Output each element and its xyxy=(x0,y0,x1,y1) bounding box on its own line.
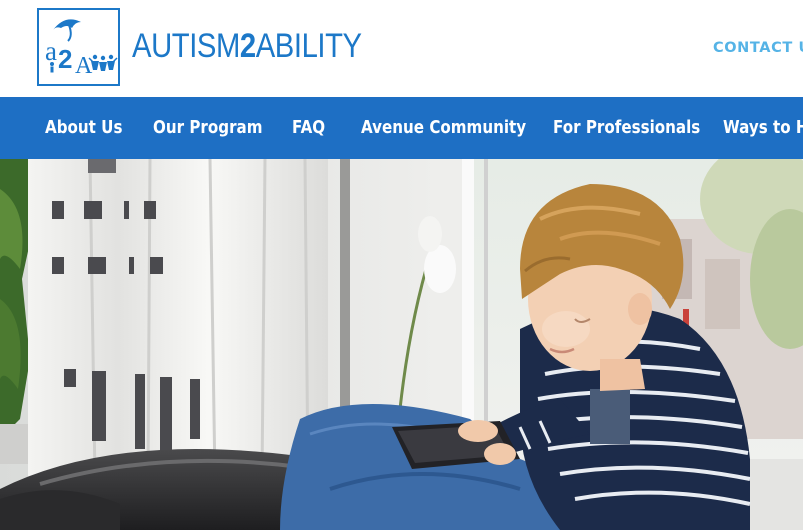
wordmark-part-ability: ABILITY xyxy=(255,27,362,65)
svg-text:a: a xyxy=(45,36,57,66)
nav-item-for-professionals[interactable]: For Professionals xyxy=(553,97,700,159)
nav-item-about-us[interactable]: About Us xyxy=(45,97,122,159)
contact-us-link[interactable]: CONTACT U xyxy=(713,38,803,58)
nav-item-faq[interactable]: FAQ xyxy=(292,97,325,159)
wordmark-part-2: 2 xyxy=(239,27,256,65)
site-wordmark[interactable]: AUTISM2ABILITY xyxy=(132,26,362,66)
nav-item-ways-to-help[interactable]: Ways to H xyxy=(723,97,803,159)
nav-item-our-program[interactable]: Our Program xyxy=(153,97,263,159)
a2a-logo[interactable]: a 2 A xyxy=(37,8,120,86)
nav-item-avenue-community[interactable]: Avenue Community xyxy=(361,97,526,159)
svg-text:2: 2 xyxy=(58,44,72,74)
wordmark-part-autism: AUTISM xyxy=(132,27,240,65)
site-header: a 2 A AUTISM2ABILITY CONTACT U xyxy=(0,0,803,97)
boy-with-tablet-photo xyxy=(0,159,803,530)
main-navigation: About Us Our Program FAQ Avenue Communit… xyxy=(0,97,803,159)
svg-text:A: A xyxy=(75,53,93,79)
hero-banner xyxy=(0,159,803,530)
a2a-logo-icon: a 2 A xyxy=(45,19,118,79)
